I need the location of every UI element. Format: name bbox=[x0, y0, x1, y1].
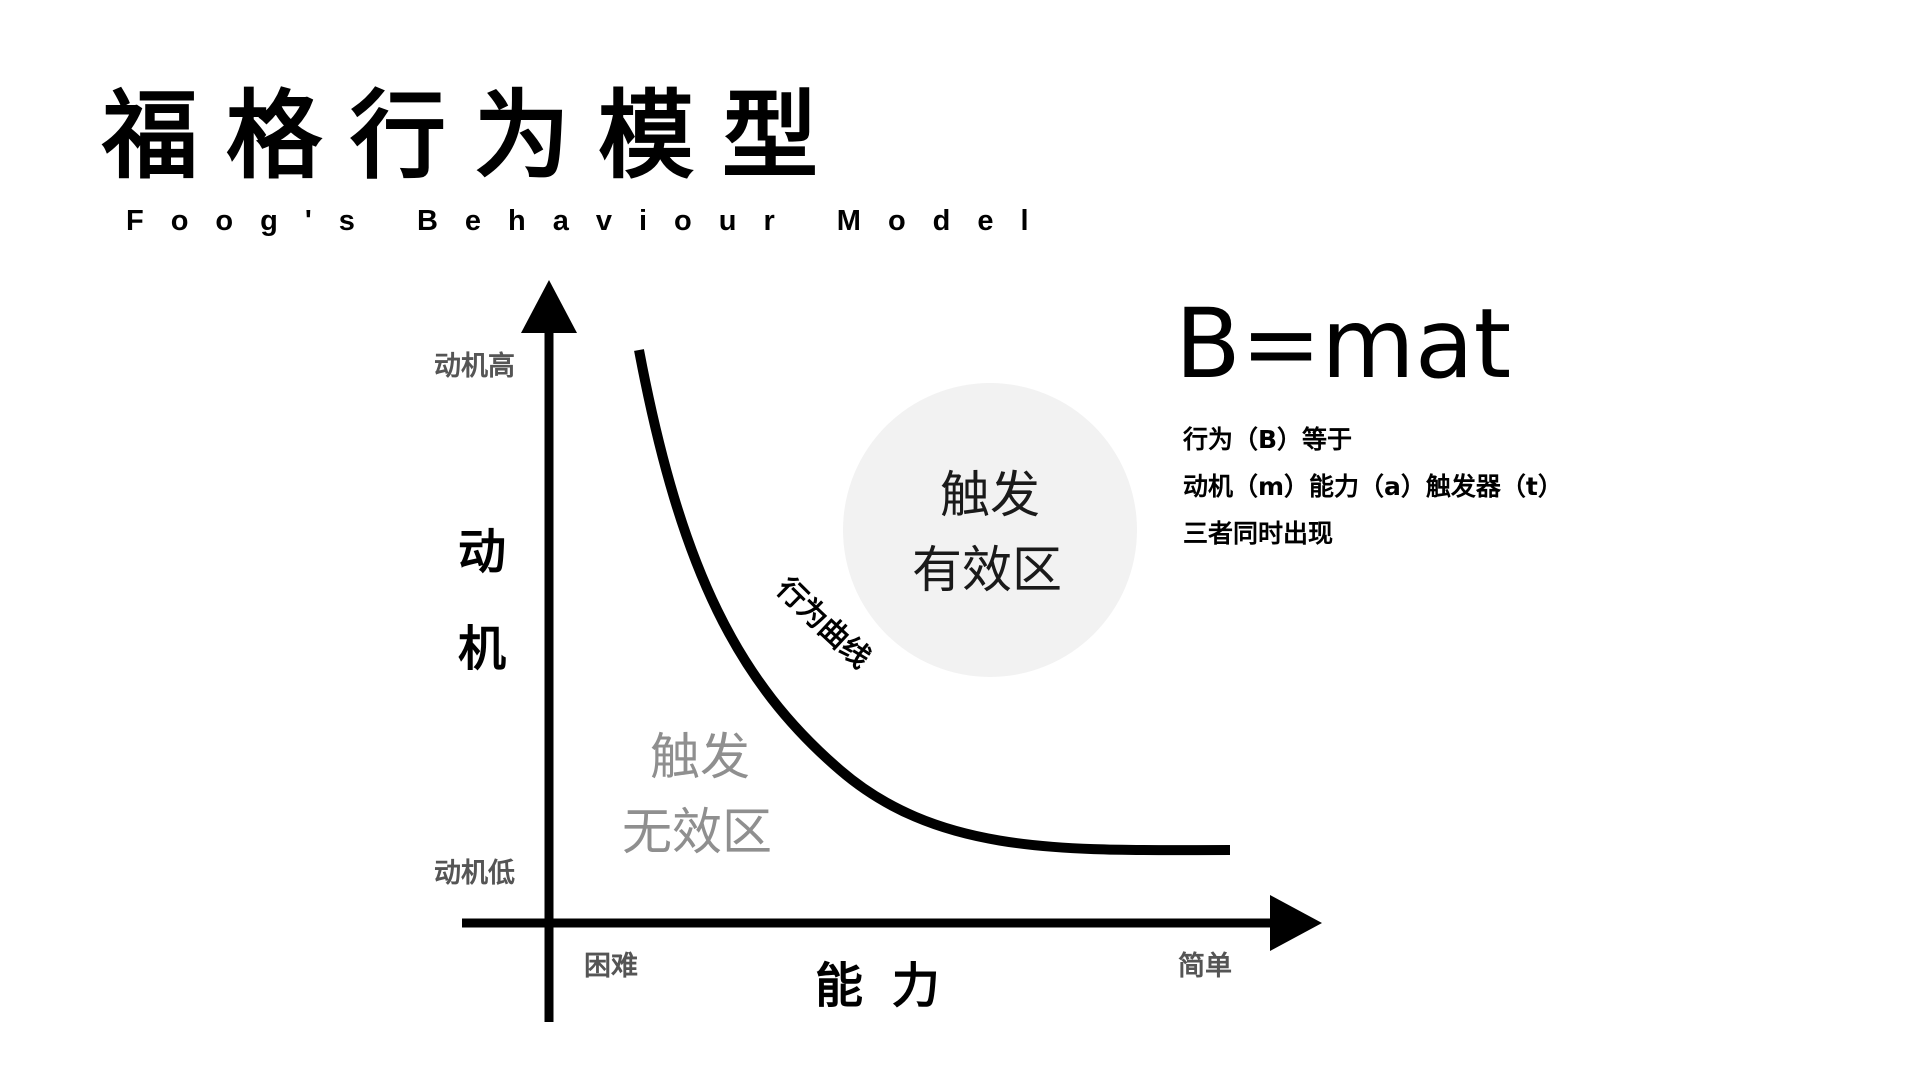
effective-zone-text-2: 有效区 bbox=[912, 541, 1062, 599]
y-axis-arrow-icon bbox=[521, 280, 577, 333]
behaviour-model-diagram: 行为曲线 bbox=[462, 280, 1322, 1022]
x-axis-arrow-icon bbox=[1270, 895, 1322, 951]
y-axis-low-label: 动机低 bbox=[434, 858, 515, 889]
x-axis-title: 能 力 bbox=[815, 958, 946, 1014]
x-axis-low-label: 困难 bbox=[584, 951, 638, 982]
ineffective-zone-text-1: 触发 bbox=[650, 728, 750, 786]
ineffective-zone-text-2: 无效区 bbox=[622, 803, 772, 861]
formula-expression: B=mat bbox=[1175, 288, 1512, 400]
effective-zone-text-1: 触发 bbox=[940, 466, 1040, 524]
y-axis-title-char-2: 机 bbox=[458, 621, 507, 677]
formula-description-line-3: 三者同时出现 bbox=[1183, 519, 1334, 548]
x-axis-high-label: 简单 bbox=[1178, 951, 1232, 982]
formula-description-line-1: 行为（B）等于 bbox=[1183, 425, 1353, 454]
y-axis-high-label: 动机高 bbox=[434, 351, 515, 382]
y-axis-title-char-1: 动 bbox=[458, 524, 507, 580]
formula-description-line-2: 动机（m）能力（a）触发器（t） bbox=[1183, 472, 1563, 501]
effective-zone-circle bbox=[843, 383, 1137, 677]
